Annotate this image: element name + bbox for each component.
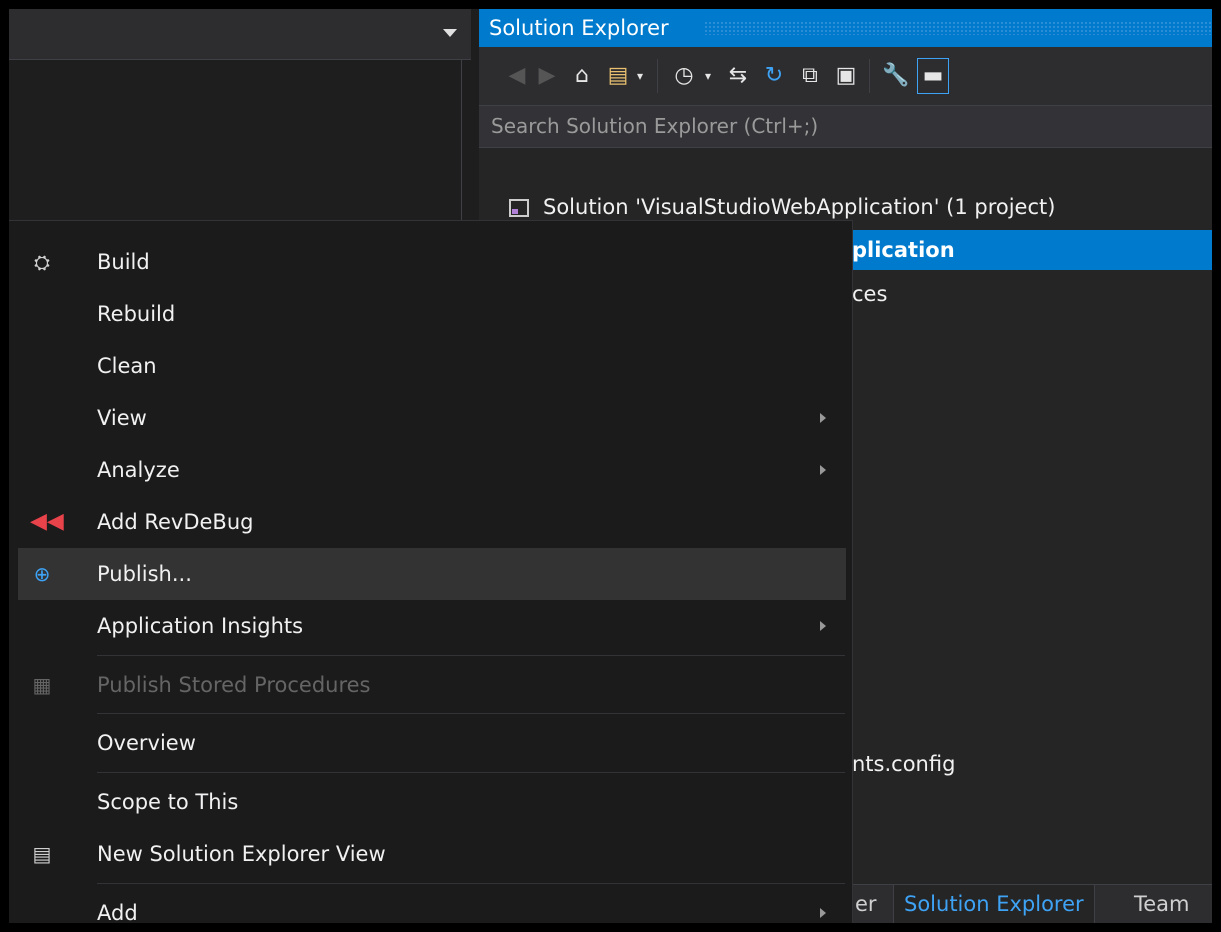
menu-item-scope-to-this[interactable]: Scope to This	[18, 776, 846, 828]
menu-item-add[interactable]: Add	[18, 887, 846, 923]
menu-item-label: Scope to This	[97, 790, 239, 814]
show-all-files-icon[interactable]: ▣	[831, 61, 861, 91]
editor-area	[9, 60, 462, 230]
back-icon[interactable]: ◀	[505, 61, 529, 91]
vs-window: Solution Explorer ◀ ▶ ⌂ ▤ ▾ ◷ ▾ ⇆ ↻ ⧉ ▣ …	[9, 9, 1212, 923]
tab-label: Team	[1134, 892, 1190, 916]
menu-item-label: Overview	[97, 731, 196, 755]
menu-separator	[97, 713, 845, 714]
toolbar-divider	[869, 59, 870, 93]
dropdown-arrow-icon[interactable]	[443, 29, 457, 37]
menu-item-label: Build	[97, 250, 150, 274]
solution-icon	[509, 199, 529, 217]
chevron-down-icon[interactable]: ▾	[633, 61, 647, 91]
wrench-icon[interactable]: 🔧	[881, 61, 911, 91]
menu-item-clean[interactable]: Clean	[18, 340, 846, 392]
refresh-icon[interactable]: ↻	[759, 61, 789, 91]
project-context-menu: ⛭ Build Rebuild Clean View Analyze ◀◀ Ad…	[9, 220, 853, 923]
new-view-icon: ▤	[32, 842, 52, 866]
menu-item-rebuild[interactable]: Rebuild	[18, 288, 846, 340]
menu-item-new-solution-explorer-view[interactable]: ▤ New Solution Explorer View	[18, 828, 846, 880]
menu-item-build[interactable]: ⛭ Build	[18, 236, 846, 288]
menu-item-overview[interactable]: Overview	[18, 717, 846, 769]
tab-label: er	[855, 892, 877, 916]
menu-separator	[97, 655, 845, 656]
submenu-arrow-icon	[820, 413, 826, 423]
forward-icon[interactable]: ▶	[535, 61, 559, 91]
title-grip[interactable]	[704, 21, 1212, 35]
publish-globe-icon: ⊕	[33, 562, 51, 586]
tab-team-explorer[interactable]: Team	[1124, 885, 1200, 923]
menu-item-label: Publish...	[97, 562, 192, 586]
menu-item-add-revdebug[interactable]: ◀◀ Add RevDeBug	[18, 496, 846, 548]
solution-explorer-toolbar: ◀ ▶ ⌂ ▤ ▾ ◷ ▾ ⇆ ↻ ⧉ ▣ 🔧 ▬	[479, 47, 1212, 106]
submenu-arrow-icon	[820, 465, 826, 475]
build-icon: ⛭	[34, 250, 50, 274]
menu-item-label: Application Insights	[97, 614, 304, 638]
menu-item-label: Rebuild	[97, 302, 176, 326]
menu-item-publish-stored-procedures[interactable]: ▦ Publish Stored Procedures	[18, 659, 846, 711]
menu-item-analyze[interactable]: Analyze	[18, 444, 846, 496]
menu-item-publish[interactable]: ⊕ Publish...	[18, 548, 846, 600]
preview-toggle-icon[interactable]: ▬	[917, 58, 949, 94]
tree-item-label: Solution 'VisualStudioWebApplication' (1…	[543, 195, 1056, 219]
solution-explorer-search[interactable]: Search Solution Explorer (Ctrl+;)	[479, 106, 1212, 148]
menu-item-label: New Solution Explorer View	[97, 842, 386, 866]
home-icon[interactable]: ⌂	[567, 61, 597, 91]
tree-item-label: nts.config	[852, 752, 956, 776]
menu-item-label: Analyze	[97, 458, 180, 482]
solution-explorer-title-text: Solution Explorer	[489, 16, 669, 40]
history-clock-icon[interactable]: ◷	[669, 61, 699, 91]
menu-item-label: View	[97, 406, 147, 430]
tree-item-label: ces	[852, 282, 888, 306]
menu-item-view[interactable]: View	[18, 392, 846, 444]
sync-icon[interactable]: ⇆	[723, 61, 753, 91]
menu-item-label: Publish Stored Procedures	[97, 673, 371, 697]
menu-item-label: Add	[97, 901, 138, 923]
submenu-arrow-icon	[820, 908, 826, 918]
collapse-all-icon[interactable]: ⧉	[795, 61, 825, 91]
pending-changes-icon[interactable]: ▤	[603, 61, 633, 91]
tab-solution-explorer[interactable]: Solution Explorer	[893, 885, 1095, 923]
search-placeholder: Search Solution Explorer (Ctrl+;)	[491, 114, 819, 138]
submenu-arrow-icon	[820, 621, 826, 631]
document-tab-bar	[9, 9, 471, 60]
tree-item-label: plication	[852, 238, 955, 262]
toolbar-divider	[657, 59, 658, 93]
menu-item-application-insights[interactable]: Application Insights	[18, 600, 846, 652]
menu-separator	[97, 883, 845, 884]
stored-procedures-icon: ▦	[32, 673, 52, 697]
menu-item-label: Clean	[97, 354, 157, 378]
menu-item-label: Add RevDeBug	[97, 510, 254, 534]
tab-label: Solution Explorer	[904, 892, 1084, 916]
solution-explorer-title: Solution Explorer	[479, 9, 1212, 47]
menu-separator	[97, 772, 845, 773]
revdebug-icon: ◀◀	[30, 509, 64, 534]
chevron-down-icon[interactable]: ▾	[701, 61, 715, 91]
